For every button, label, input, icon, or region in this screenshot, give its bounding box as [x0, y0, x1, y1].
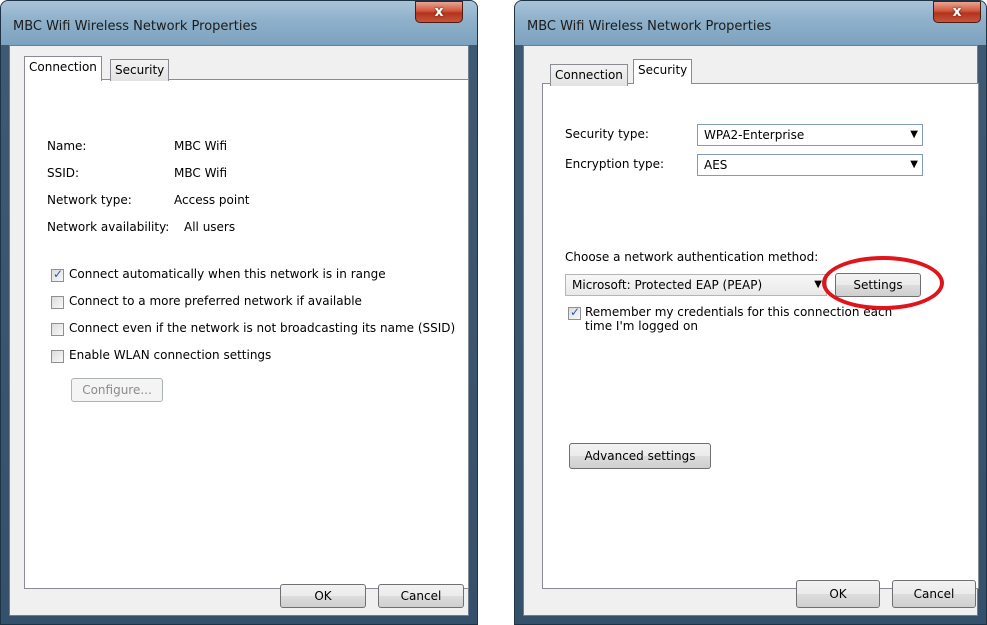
network-type-value: Access point: [174, 193, 250, 207]
remember-credentials-label[interactable]: Remember my credentials for this connect…: [585, 305, 892, 319]
connection-tab-panel: Name: MBC Wifi SSID: MBC Wifi Network ty…: [24, 79, 469, 589]
enable-wlan-settings-label[interactable]: Enable WLAN connection settings: [69, 348, 271, 362]
check-icon: ✓: [570, 305, 581, 319]
tab-security[interactable]: Security: [633, 59, 693, 84]
tab-security[interactable]: Security: [110, 59, 170, 81]
tab-connection[interactable]: Connection: [550, 64, 628, 86]
dialog-title: MBC Wifi Wireless Network Properties: [527, 19, 772, 34]
preferred-network-label[interactable]: Connect to a more preferred network if a…: [69, 294, 362, 308]
ssid-value: MBC Wifi: [174, 166, 228, 180]
enable-wlan-settings-checkbox[interactable]: [51, 350, 64, 363]
ok-button[interactable]: OK: [796, 580, 880, 608]
auth-method-value: Microsoft: Protected EAP (PEAP): [572, 278, 763, 292]
name-label: Name:: [47, 139, 87, 153]
ok-button[interactable]: OK: [280, 584, 366, 608]
dialog-body: Name: MBC Wifi SSID: MBC Wifi Network ty…: [9, 45, 469, 616]
security-tab-panel: Security type: WPA2-Enterprise ▼ Encrypt…: [542, 83, 979, 589]
security-type-select[interactable]: WPA2-Enterprise ▼: [697, 124, 923, 146]
cancel-button[interactable]: Cancel: [378, 584, 464, 608]
ssid-label: SSID:: [47, 166, 80, 180]
preferred-network-checkbox[interactable]: [51, 296, 64, 309]
name-value: MBC Wifi: [174, 139, 228, 153]
connection-properties-dialog: MBC Wifi Wireless Network Properties x N…: [0, 0, 478, 625]
dialog-title: MBC Wifi Wireless Network Properties: [13, 19, 258, 34]
configure-button[interactable]: Configure...: [71, 378, 163, 402]
remember-credentials-checkbox[interactable]: ✓: [568, 305, 581, 320]
close-button[interactable]: x: [933, 1, 981, 23]
encryption-type-value: AES: [704, 158, 728, 172]
chevron-down-icon: ▼: [910, 129, 918, 140]
close-icon: x: [952, 4, 962, 20]
connect-automatically-checkbox[interactable]: ✓: [51, 267, 64, 282]
network-availability-value: All users: [184, 220, 236, 234]
title-bar[interactable]: MBC Wifi Wireless Network Properties: [515, 1, 986, 45]
close-button[interactable]: x: [415, 1, 463, 23]
not-broadcasting-checkbox[interactable]: [51, 323, 64, 336]
auth-method-label: Choose a network authentication method:: [565, 250, 819, 264]
network-type-label: Network type:: [47, 193, 132, 207]
tab-connection[interactable]: Connection: [24, 56, 102, 81]
security-properties-dialog: MBC Wifi Wireless Network Properties x S…: [514, 0, 987, 625]
security-type-label: Security type:: [565, 127, 649, 141]
security-type-value: WPA2-Enterprise: [704, 128, 805, 142]
cancel-button[interactable]: Cancel: [892, 580, 976, 608]
advanced-settings-button[interactable]: Advanced settings: [569, 443, 711, 469]
remember-credentials-label-line2[interactable]: time I'm logged on: [585, 319, 698, 333]
encryption-type-label: Encryption type:: [565, 157, 665, 171]
not-broadcasting-label[interactable]: Connect even if the network is not broad…: [69, 321, 455, 335]
chevron-down-icon: ▼: [910, 159, 918, 170]
encryption-type-select[interactable]: AES ▼: [697, 154, 923, 176]
chevron-down-icon: ▼: [814, 279, 822, 290]
dialog-body: Security type: WPA2-Enterprise ▼ Encrypt…: [523, 45, 979, 616]
title-bar[interactable]: MBC Wifi Wireless Network Properties: [1, 1, 477, 45]
connect-automatically-label[interactable]: Connect automatically when this network …: [69, 267, 386, 281]
settings-button[interactable]: Settings: [835, 273, 921, 297]
network-availability-label: Network availability:: [47, 220, 170, 234]
close-icon: x: [434, 4, 444, 20]
auth-method-select[interactable]: Microsoft: Protected EAP (PEAP) ▼: [565, 274, 827, 296]
check-icon: ✓: [53, 267, 64, 281]
